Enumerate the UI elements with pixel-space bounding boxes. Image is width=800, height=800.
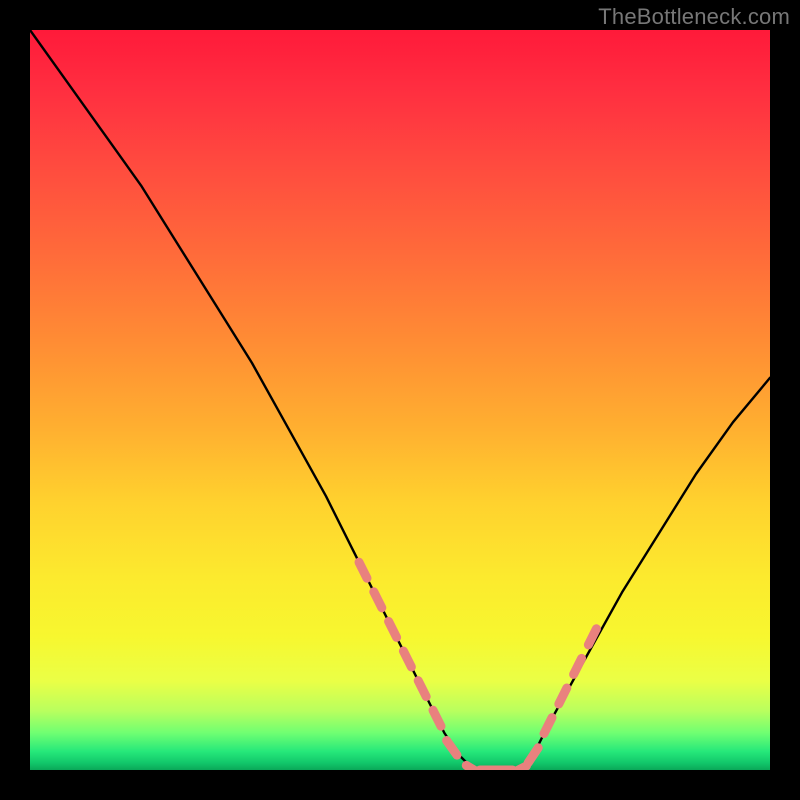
marker-dash	[447, 741, 457, 756]
marker-dash	[544, 718, 552, 734]
watermark-text: TheBottleneck.com	[598, 4, 790, 30]
marker-dash	[389, 621, 397, 637]
chart-svg	[30, 30, 770, 770]
marker-dash	[528, 748, 538, 763]
marker-dash	[403, 651, 411, 667]
marker-dash	[374, 592, 382, 608]
highlighted-points	[359, 562, 596, 770]
chart-frame: TheBottleneck.com	[0, 0, 800, 800]
marker-dash	[574, 658, 582, 674]
marker-dash	[559, 688, 567, 704]
bottleneck-curve	[30, 30, 770, 770]
marker-dash	[418, 681, 426, 697]
marker-dash	[359, 562, 367, 578]
plot-area	[30, 30, 770, 770]
marker-dash	[433, 710, 441, 726]
